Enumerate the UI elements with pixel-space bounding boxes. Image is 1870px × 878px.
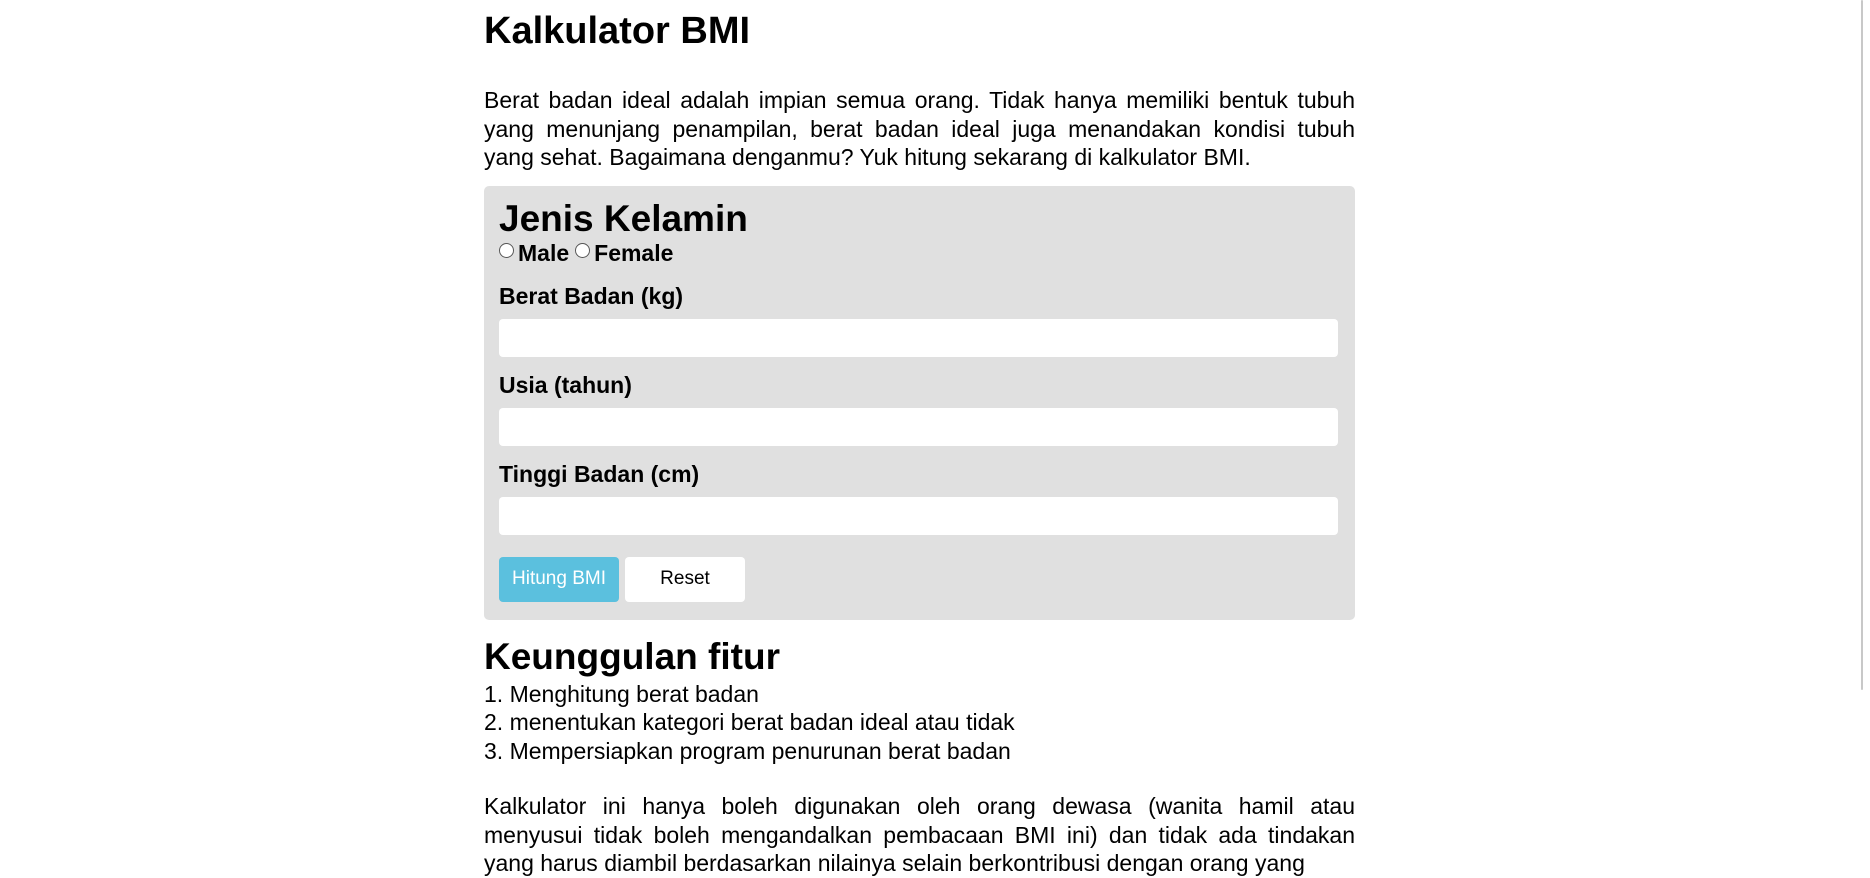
disclaimer-paragraph: Kalkulator ini hanya boleh digunakan ole… (484, 793, 1355, 876)
feature-item: 3. Mempersiapkan program penurunan berat… (484, 737, 1011, 764)
scrollbar-thumb[interactable] (1861, 0, 1863, 690)
page-title: Kalkulator BMI (484, 10, 751, 52)
feature-item: 2. menentukan kategori berat badan ideal… (484, 709, 1015, 735)
female-radio[interactable] (575, 243, 591, 258)
age-input[interactable] (499, 407, 1338, 446)
weight-input[interactable] (499, 318, 1338, 357)
features-heading: Keunggulan fitur (484, 635, 780, 677)
vertical-scrollbar[interactable] (1853, 0, 1870, 849)
gender-heading: Jenis Kelamin (499, 197, 748, 239)
features-list: 1. Menghitung berat badan 2. menentukan … (484, 680, 1355, 766)
gender-options: Male Female (499, 240, 1339, 268)
weight-label: Berat Badan (kg) (499, 282, 684, 309)
bmi-form-card: Jenis Kelamin Male Female Berat Badan (k… (484, 185, 1355, 620)
male-radio[interactable] (499, 243, 514, 258)
form-buttons: Hitung BMI Reset (499, 556, 1339, 602)
height-label: Tinggi Badan (cm) (499, 460, 700, 487)
height-input[interactable] (499, 496, 1338, 535)
page-content: Kalkulator BMI Berat badan ideal adalah … (484, 0, 1355, 878)
reset-button[interactable]: Reset (625, 556, 745, 602)
calculate-bmi-button[interactable]: Hitung BMI (499, 556, 619, 602)
intro-paragraph: Berat badan ideal adalah impian semua or… (484, 87, 1355, 170)
feature-item: 1. Menghitung berat badan (484, 680, 759, 707)
female-label[interactable]: Female (594, 240, 673, 267)
age-label: Usia (tahun) (499, 371, 632, 398)
male-label[interactable]: Male (518, 240, 569, 267)
